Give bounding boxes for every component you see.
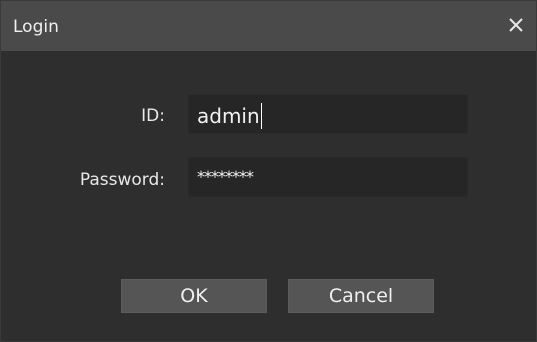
cancel-button[interactable]: Cancel	[288, 279, 434, 313]
close-icon	[502, 11, 530, 39]
password-field[interactable]: ********	[188, 157, 468, 197]
close-button[interactable]	[502, 11, 530, 39]
password-value: ********	[197, 167, 254, 186]
id-label: ID:	[141, 106, 165, 126]
title-bar: Login	[1, 1, 536, 51]
id-field[interactable]: admin	[188, 94, 468, 134]
login-dialog: Login ID: admin Password: ******** OK Ca…	[0, 0, 537, 342]
id-value: admin	[197, 103, 262, 129]
window-title: Login	[13, 17, 59, 37]
ok-button[interactable]: OK	[121, 279, 267, 313]
password-label: Password:	[79, 170, 165, 190]
text-caret	[260, 103, 262, 129]
